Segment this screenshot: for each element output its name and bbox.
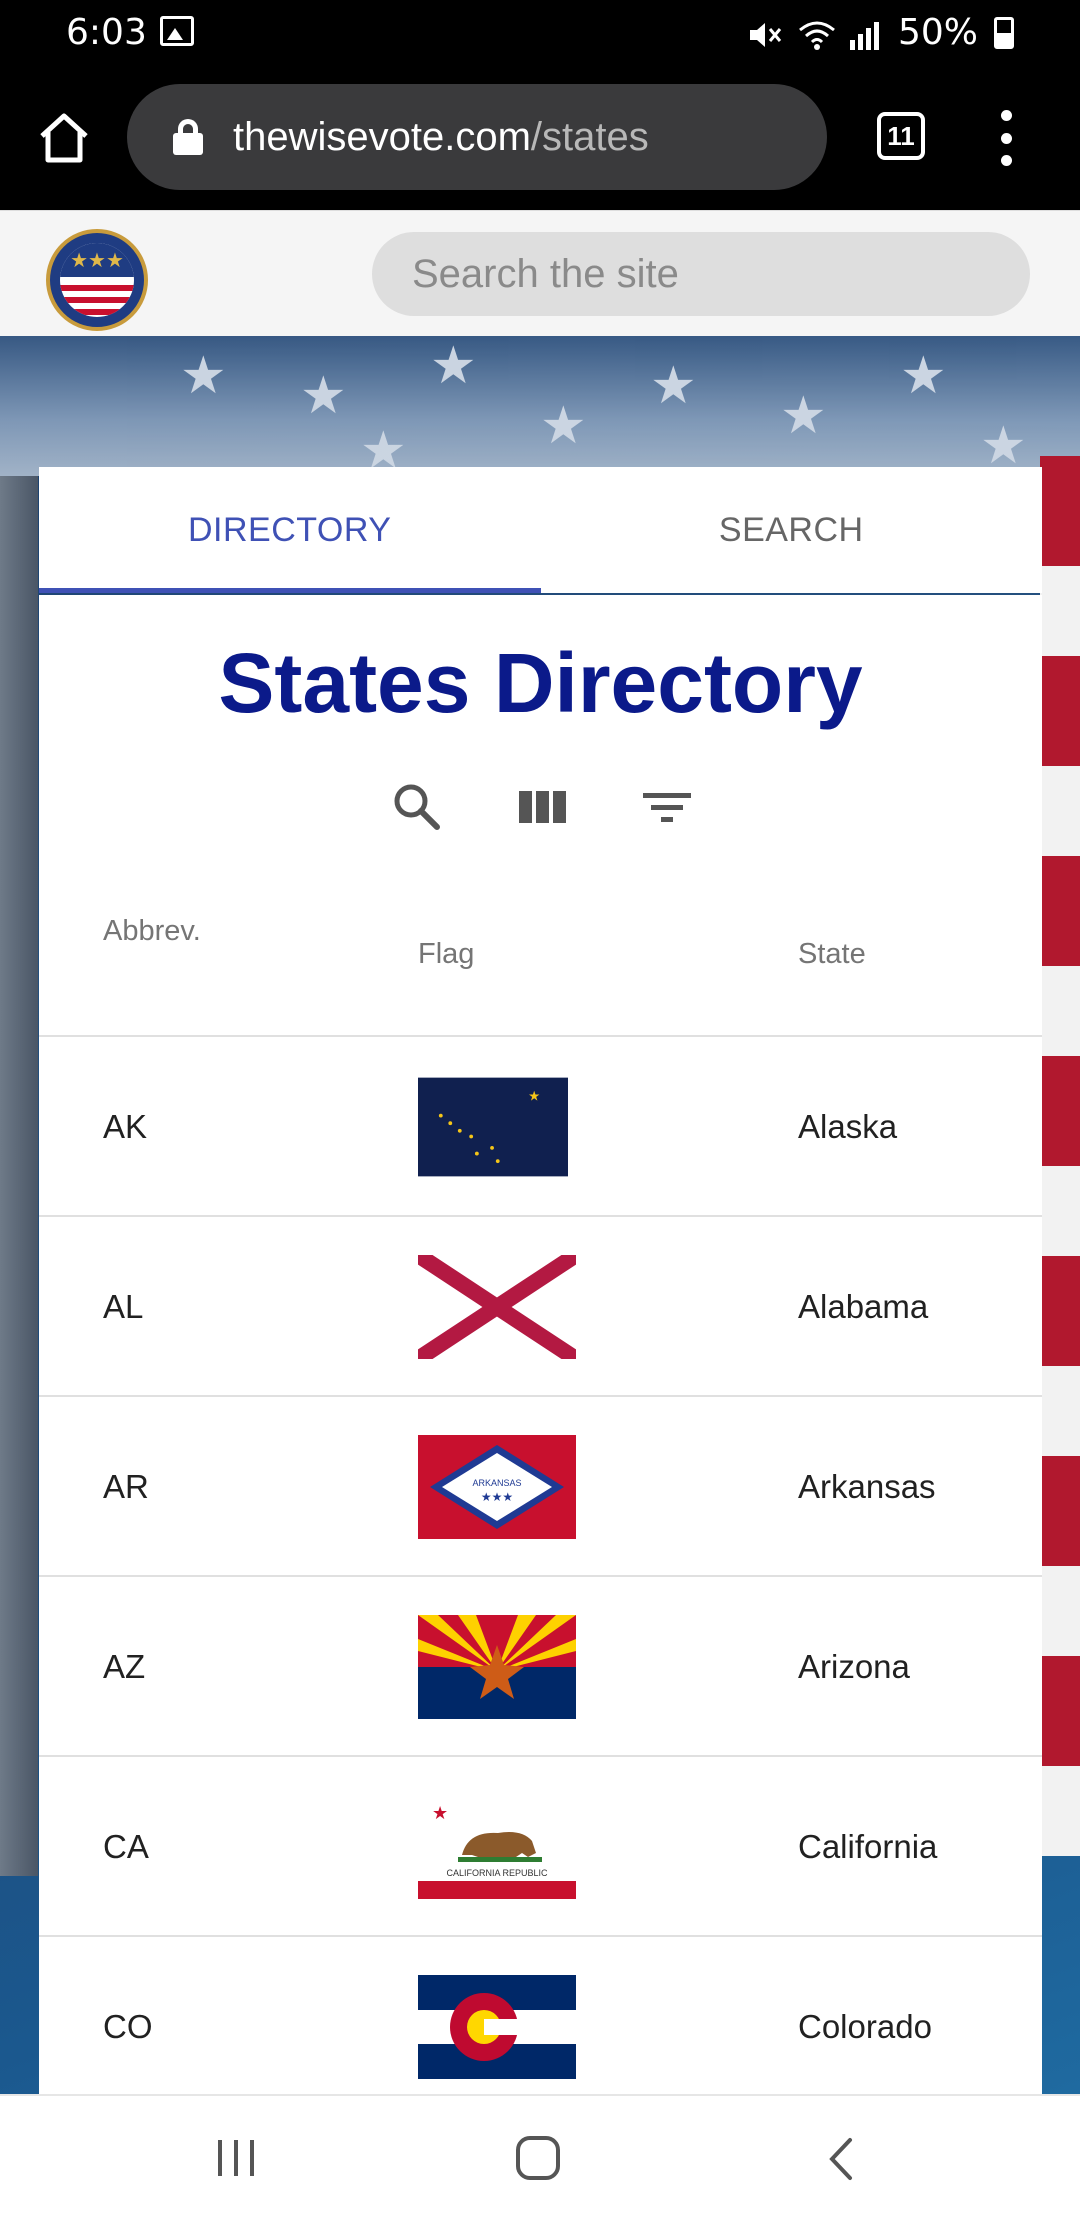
flag-stars-background: ★ ★ ★ ★ ★ ★ ★ ★ ★	[0, 336, 1080, 480]
lock-icon	[173, 119, 203, 155]
home-button[interactable]	[36, 110, 92, 166]
site-logo[interactable]: ★★★	[46, 229, 148, 331]
home-nav-icon	[516, 2136, 560, 2180]
battery-percent: 50%	[897, 12, 978, 53]
address-bar[interactable]: thewisevote.com/states	[127, 84, 827, 190]
more-menu-button[interactable]	[996, 110, 1016, 166]
tab-search[interactable]: SEARCH	[541, 467, 1043, 593]
row-state: Colorado	[798, 2008, 932, 2045]
more-dot-icon	[1000, 132, 1012, 144]
url-domain: thewisevote.com	[233, 114, 531, 159]
columns-icon[interactable]	[515, 779, 571, 835]
states-table: AK ★ Alaska AL Alabama AR ARKANSAS ★★★ A…	[39, 1035, 1042, 2094]
arizona-flag-icon	[418, 1615, 576, 1719]
row-abbrev: CA	[103, 1828, 149, 1865]
flag-stripes-background	[1040, 456, 1080, 1856]
table-row[interactable]: AL Alabama	[39, 1215, 1042, 1395]
page-title: States Directory	[218, 636, 863, 730]
row-abbrev: AL	[103, 1288, 144, 1325]
more-dot-icon	[1000, 155, 1012, 166]
row-abbrev: AZ	[103, 1648, 146, 1685]
mute-icon	[748, 18, 782, 48]
image-icon	[160, 16, 194, 46]
column-header-state[interactable]: State	[798, 938, 866, 971]
more-dot-icon	[1000, 110, 1012, 121]
directory-card: States Directory Abbrev. Flag State AK ★…	[39, 595, 1042, 2094]
alabama-flag-icon	[418, 1255, 576, 1359]
tab-switcher-button[interactable]: 11	[877, 112, 925, 160]
url-path: /states	[530, 114, 649, 159]
row-state: Arkansas	[798, 1468, 936, 1505]
row-state: California	[798, 1828, 938, 1865]
svg-text:★★★: ★★★	[481, 1490, 513, 1504]
svg-text:ARKANSAS: ARKANSAS	[472, 1478, 521, 1488]
svg-text:★: ★	[528, 1088, 540, 1103]
table-row[interactable]: AZ Arizona	[39, 1575, 1042, 1755]
table-row[interactable]: AK ★ Alaska	[39, 1035, 1042, 1215]
browser-toolbar: thewisevote.com/states 11	[0, 66, 1080, 210]
tab-directory[interactable]: DIRECTORY	[39, 467, 541, 593]
column-header-abbrev[interactable]: Abbrev.	[103, 915, 201, 948]
back-icon	[829, 2138, 852, 2180]
card-tabs: DIRECTORY SEARCH	[39, 467, 1042, 593]
california-flag-icon: ★ CALIFORNIA REPUBLIC	[418, 1795, 576, 1899]
row-state: Arizona	[798, 1648, 910, 1685]
home-nav-button[interactable]	[508, 2134, 568, 2184]
status-bar: 6:03 50%	[0, 0, 1080, 66]
site-search-input[interactable]	[412, 251, 1030, 297]
status-icons: 50%	[748, 12, 1014, 53]
recent-apps-icon	[218, 2140, 254, 2176]
svg-text:★: ★	[432, 1803, 448, 1823]
system-nav-bar	[0, 2094, 1080, 2220]
battery-icon	[994, 16, 1014, 49]
site-header: ★★★	[0, 210, 1080, 336]
svg-text:CALIFORNIA REPUBLIC: CALIFORNIA REPUBLIC	[446, 1868, 548, 1878]
table-row[interactable]: AR ARKANSAS ★★★ Arkansas	[39, 1395, 1042, 1575]
status-time: 6:03	[66, 12, 147, 53]
back-button[interactable]	[812, 2134, 872, 2184]
site-search-field[interactable]	[372, 232, 1030, 316]
table-toolbar	[39, 779, 1042, 835]
colorado-flag-icon	[418, 1975, 576, 2079]
home-icon	[40, 113, 88, 163]
signal-icon	[848, 18, 882, 50]
wifi-icon	[798, 18, 835, 50]
row-abbrev: CO	[103, 2008, 153, 2045]
row-abbrev: AK	[103, 1108, 148, 1145]
table-row[interactable]: CA ★ CALIFORNIA REPUBLIC California	[39, 1755, 1042, 1935]
filter-icon[interactable]	[639, 779, 695, 835]
arkansas-flag-icon: ARKANSAS ★★★	[418, 1435, 576, 1539]
table-row[interactable]: CO Colorado	[39, 1935, 1042, 2094]
recent-apps-button[interactable]	[206, 2134, 266, 2184]
column-header-flag[interactable]: Flag	[418, 938, 474, 971]
search-icon[interactable]	[389, 779, 445, 835]
flag-pole	[0, 476, 38, 1876]
alaska-flag-icon: ★	[418, 1077, 568, 1177]
row-state: Alabama	[798, 1288, 929, 1325]
row-state: Alaska	[798, 1108, 898, 1145]
row-abbrev: AR	[103, 1468, 149, 1505]
